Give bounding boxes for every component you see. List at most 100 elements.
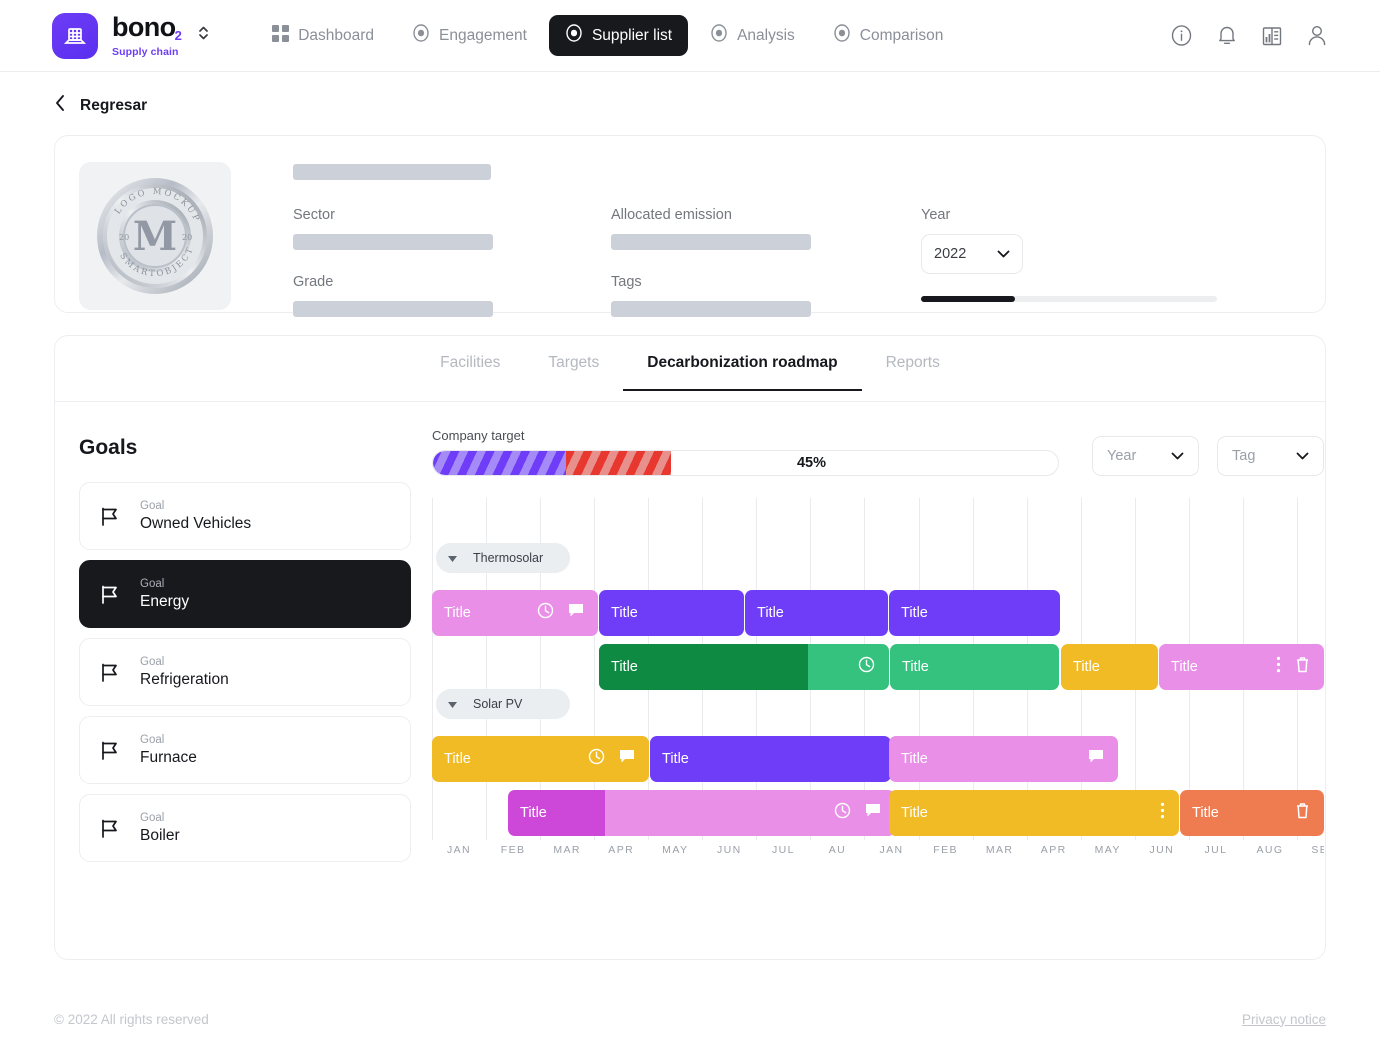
nav-item-dashboard[interactable]: Dashboard [256,16,390,56]
month-tick: AU [829,844,846,856]
gantt-chart: ThermosolarSolar PV TitleTitleTitleTitle… [432,498,1324,870]
month-tick: JUL [772,844,795,856]
gantt-bar-title: Title [599,659,638,675]
gantt-bar[interactable]: Title [1061,644,1158,690]
nav-item-analysis[interactable]: Analysis [694,15,811,56]
gantt-bar[interactable]: Title [889,590,1060,636]
clock-icon[interactable] [834,802,851,824]
year-value: 2022 [934,246,966,262]
nav-item-supplier-list[interactable]: Supplier list [549,15,688,56]
scrollbar-thumb[interactable] [921,296,1015,302]
nav-actions [1170,24,1380,47]
comment-icon[interactable] [568,603,584,623]
gantt-bar[interactable]: Title [889,736,1118,782]
gantt-bar[interactable]: Title [890,644,1059,690]
gantt-bar[interactable]: Title [745,590,888,636]
goal-item-energy[interactable]: GoalEnergy [79,560,411,628]
goal-label: Furnace [140,748,197,768]
caret-down-icon[interactable] [448,697,457,711]
gantt-bar-title: Title [432,751,471,767]
supplier-profile-card: LOGO MOCKUP SMARTOBJECT 20 20 M Sector G… [54,135,1326,313]
back-link[interactable]: Regresar [0,72,1380,135]
group-pill-thermosolar[interactable]: Thermosolar [436,543,570,573]
gantt-bar-actions [858,656,889,678]
svg-text:M: M [133,213,177,260]
gantt-bar[interactable]: Title [889,790,1179,836]
field-value-sector [293,234,493,250]
gantt-bar[interactable]: Title [599,590,744,636]
trash-icon[interactable] [1295,802,1310,824]
tab-reports[interactable]: Reports [862,354,964,390]
flag-icon [100,506,126,527]
field-label-allocated-emission: Allocated emission [611,207,921,223]
grid-icon [272,25,289,47]
goal-item-furnace[interactable]: GoalFurnace [79,716,411,784]
back-label: Regresar [80,97,147,115]
logo-mockup-seal-icon: LOGO MOCKUP SMARTOBJECT 20 20 M [89,170,221,302]
caret-down-icon[interactable] [448,551,457,565]
flag-icon [100,662,126,683]
gantt-bar[interactable]: Title [1159,644,1324,690]
gantt-bar[interactable]: Title [508,790,895,836]
privacy-notice-link[interactable]: Privacy notice [1242,1012,1326,1027]
goal-item-owned-vehicles[interactable]: GoalOwned Vehicles [79,482,411,550]
filter-year[interactable]: Year [1092,436,1199,476]
chevron-down-icon [1171,448,1184,464]
company-target-label: Company target [432,428,1059,443]
chevron-updown-icon[interactable] [197,23,210,48]
month-tick: MAR [986,844,1014,856]
comment-icon[interactable] [865,803,881,823]
goal-kicker: Goal [140,655,229,670]
comment-icon[interactable] [619,749,635,769]
month-tick: SEP [1311,844,1324,856]
horizontal-scrollbar[interactable] [921,296,1217,302]
brand[interactable]: bono2 Supply chain [0,13,210,59]
flag-icon [100,584,126,605]
nav-item-comparison[interactable]: Comparison [817,15,960,56]
gantt-bar[interactable]: Title [432,736,649,782]
bell-icon[interactable] [1216,24,1238,47]
goal-item-boiler[interactable]: GoalBoiler [79,794,411,862]
month-tick: JUL [1204,844,1227,856]
goal-item-refrigeration[interactable]: GoalRefrigeration [79,638,411,706]
tab-bar: Facilities Targets Decarbonization roadm… [55,336,1325,402]
clock-icon[interactable] [588,748,605,770]
gantt-bar-actions [537,602,598,624]
month-tick: JUN [1150,844,1175,856]
year-select[interactable]: 2022 [921,234,1023,274]
gantt-bar-title: Title [1180,805,1219,821]
gantt-bar[interactable]: Title [432,590,598,636]
gantt-filters: Year Tag [1092,436,1324,476]
gantt-bar[interactable]: Title [650,736,891,782]
gantt-bar-title: Title [889,751,928,767]
goal-kicker: Goal [140,577,189,592]
group-pill-solar-pv[interactable]: Solar PV [436,689,570,719]
filter-tag[interactable]: Tag [1217,436,1324,476]
roadmap-panel: Facilities Targets Decarbonization roadm… [54,335,1326,960]
tab-targets[interactable]: Targets [524,354,623,390]
svg-text:20: 20 [182,233,192,242]
gantt-bar-title: Title [1159,659,1198,675]
brand-name: bono2 [112,14,182,45]
flag-icon [100,818,126,839]
nav-item-engagement[interactable]: Engagement [396,15,543,56]
dots-vertical-icon[interactable] [1276,656,1281,678]
info-icon[interactable] [1170,24,1193,47]
dots-vertical-icon[interactable] [1160,802,1165,824]
gantt-bar[interactable]: Title [599,644,889,690]
brand-subtitle: Supply chain [112,46,182,58]
gantt-bar-title: Title [889,805,928,821]
user-icon[interactable] [1306,24,1328,47]
nav-label: Engagement [439,27,527,45]
gantt-bar[interactable]: Title [1180,790,1324,836]
clock-icon[interactable] [537,602,554,624]
tab-decarbonization-roadmap[interactable]: Decarbonization roadmap [623,354,861,390]
chevron-left-icon [54,94,66,117]
tab-facilities[interactable]: Facilities [416,354,524,390]
clock-icon[interactable] [858,656,875,678]
building-chart-icon[interactable] [1261,25,1283,47]
goals-list: GoalOwned Vehicles GoalEnergy GoalRefriger… [79,482,411,862]
trash-icon[interactable] [1295,656,1310,678]
target-icon [710,24,728,47]
comment-icon[interactable] [1088,749,1104,769]
